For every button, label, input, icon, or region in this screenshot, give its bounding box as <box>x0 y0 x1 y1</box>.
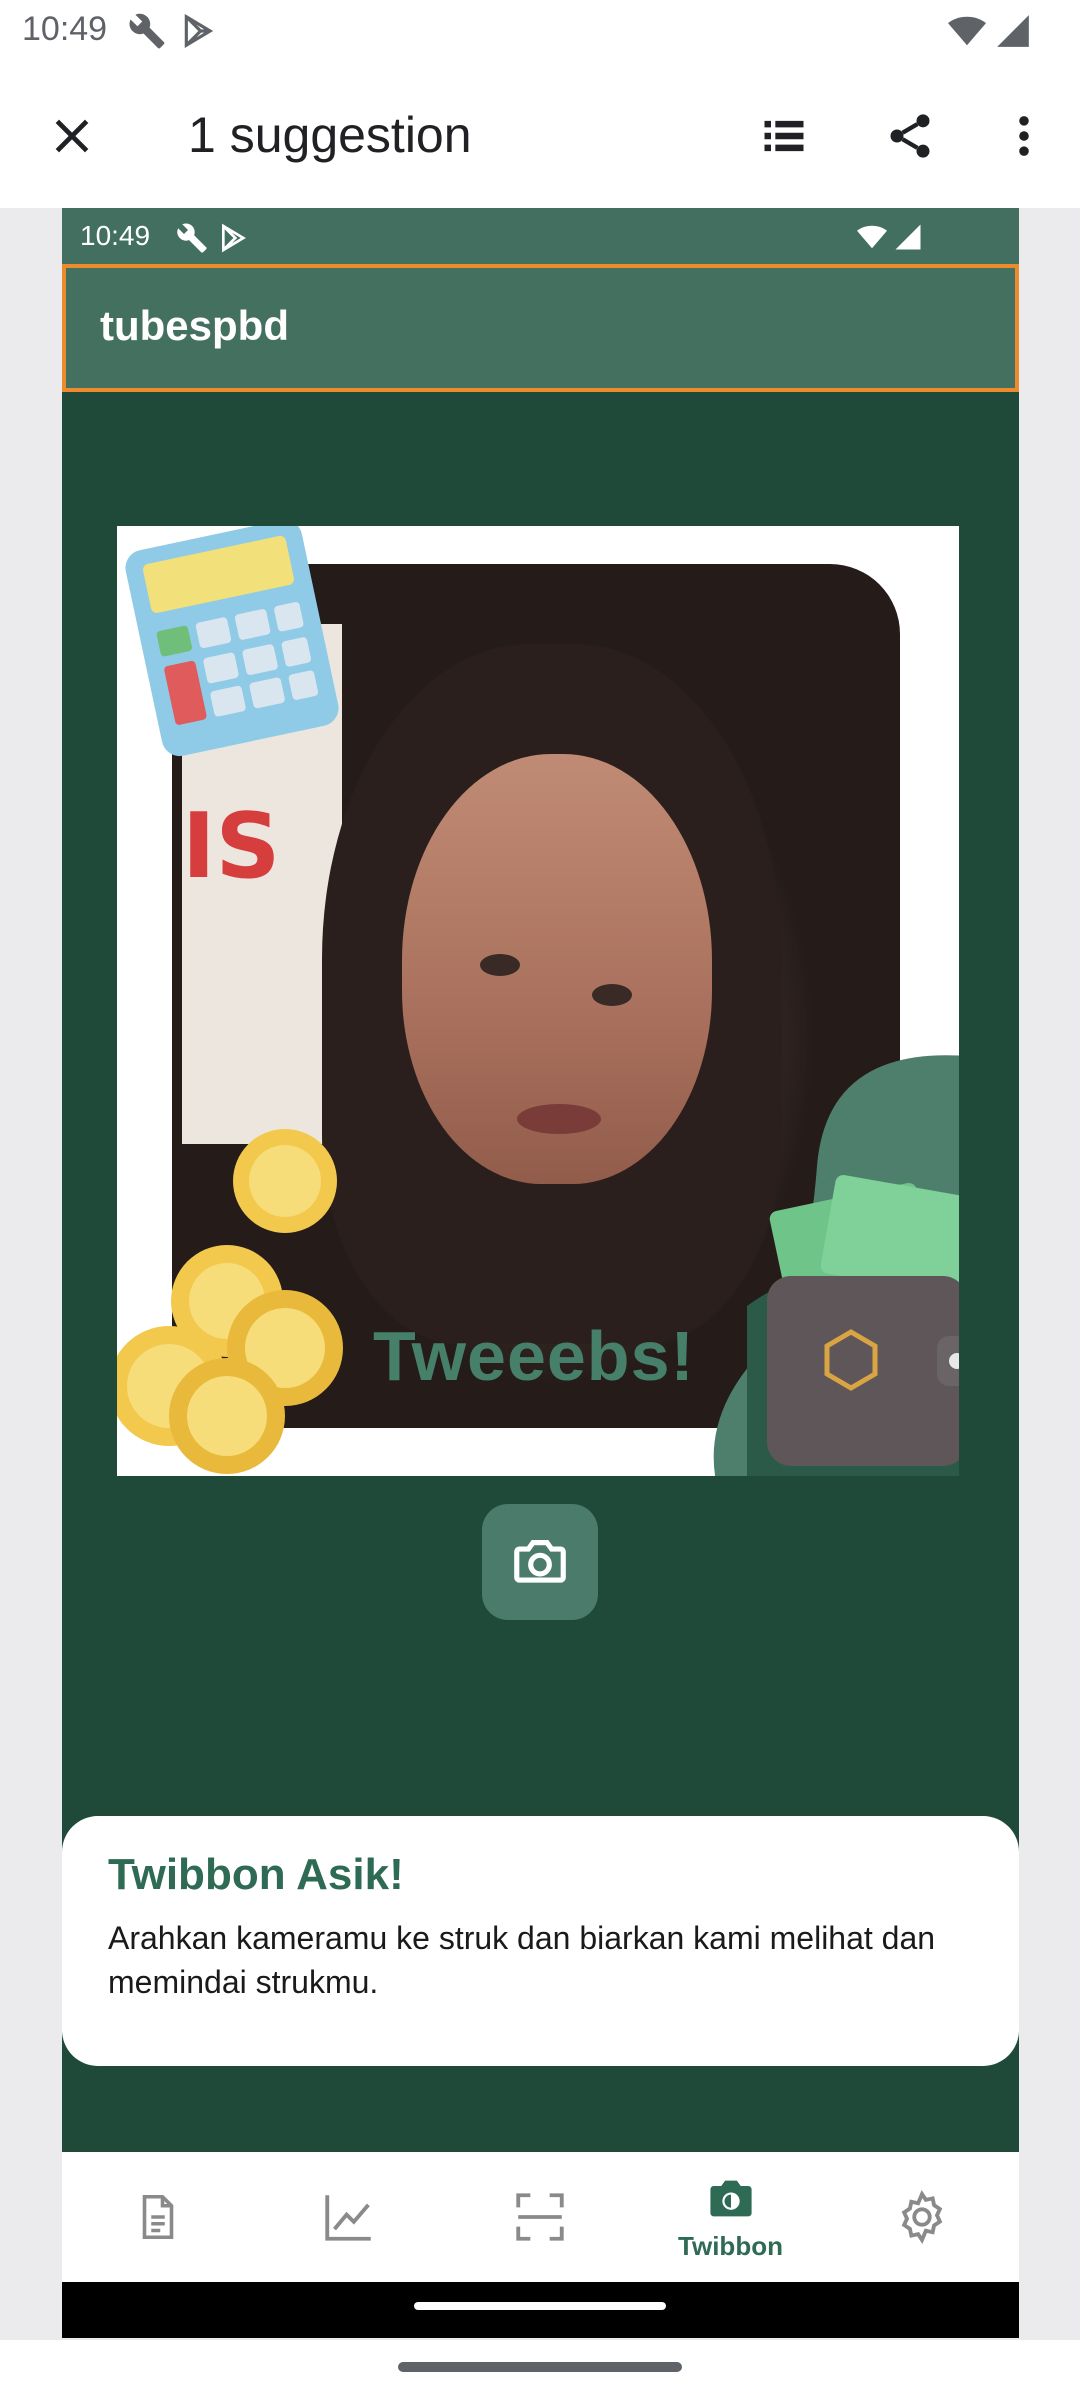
nav-label-twibbon: Twibbon <box>678 2230 783 2261</box>
nav-item-settings[interactable] <box>826 2152 1017 2282</box>
wifi-icon <box>948 16 986 46</box>
capture-button[interactable] <box>482 1504 598 1620</box>
inner-app-bar[interactable]: tubespbd <box>62 264 1019 392</box>
page-title: 1 suggestion <box>188 107 472 163</box>
calculator-sticker <box>125 526 339 757</box>
right-eye <box>592 984 632 1006</box>
status-left-icons <box>128 12 218 50</box>
inner-status-bar: 10:49 <box>62 208 1019 264</box>
close-icon <box>55 119 89 153</box>
nav-item-graph[interactable] <box>253 2152 444 2282</box>
card-title: Twibbon Asik! <box>108 1850 404 1899</box>
inner-gesture-bar <box>62 2282 1019 2338</box>
wrench-icon <box>129 13 165 49</box>
inner-status-left-icons <box>176 222 250 254</box>
chart-icon <box>324 2195 371 2241</box>
wrench-icon <box>177 223 207 253</box>
more-vert-icon <box>1019 116 1029 156</box>
more-options-button[interactable] <box>992 104 1056 168</box>
nav-item-scan[interactable] <box>444 2152 635 2282</box>
inner-status-time: 10:49 <box>80 220 151 251</box>
scan-icon <box>515 2193 564 2241</box>
close-button[interactable] <box>40 104 104 168</box>
signal-icon <box>895 224 921 250</box>
list-icon <box>764 120 804 152</box>
nav-item-twibbon[interactable]: Twibbon <box>635 2152 826 2282</box>
wallet-sticker <box>713 1055 959 1476</box>
settings-icon <box>901 2189 942 2245</box>
list-view-button[interactable] <box>752 104 816 168</box>
poster-text: IS <box>182 794 281 899</box>
bottom-navigation: Twibbon <box>62 2152 1019 2282</box>
play-store-icon <box>222 223 246 253</box>
status-right-icons <box>946 12 1032 50</box>
info-card: Twibbon Asik! Arahkan kameramu ke struk … <box>62 1816 1019 2066</box>
left-eye <box>480 954 520 976</box>
signal-icon <box>997 15 1029 47</box>
coins-sticker <box>117 1129 343 1474</box>
camera-icon <box>514 1540 566 1583</box>
play-store-icon <box>184 13 214 49</box>
status-bar: 10:49 <box>0 0 1080 64</box>
mouth <box>517 1104 601 1134</box>
nav-item-transactions[interactable] <box>62 2152 253 2282</box>
inner-app-title: tubespbd <box>100 302 289 349</box>
inner-status-right-icons <box>855 222 923 252</box>
card-body: Arahkan kameramu ke struk dan biarkan ka… <box>108 1920 936 2000</box>
share-icon <box>890 114 930 158</box>
twibbon-caption: Tweeebs! <box>373 1317 695 1395</box>
gesture-handle[interactable] <box>398 2362 682 2372</box>
inner-screenshot: 10:49 tubespbd IS Tweeebs! Twibbon Asik!… <box>62 208 1019 2338</box>
status-time: 10:49 <box>22 10 108 48</box>
twibbon-frame: IS Tweeebs! <box>117 526 959 1476</box>
twibbon-camera-icon <box>709 2180 752 2216</box>
share-button[interactable] <box>878 104 942 168</box>
inner-gesture-pill <box>414 2302 666 2310</box>
top-app-bar: 1 suggestion <box>0 64 1080 208</box>
document-icon <box>142 2194 173 2240</box>
wifi-icon <box>857 225 887 249</box>
